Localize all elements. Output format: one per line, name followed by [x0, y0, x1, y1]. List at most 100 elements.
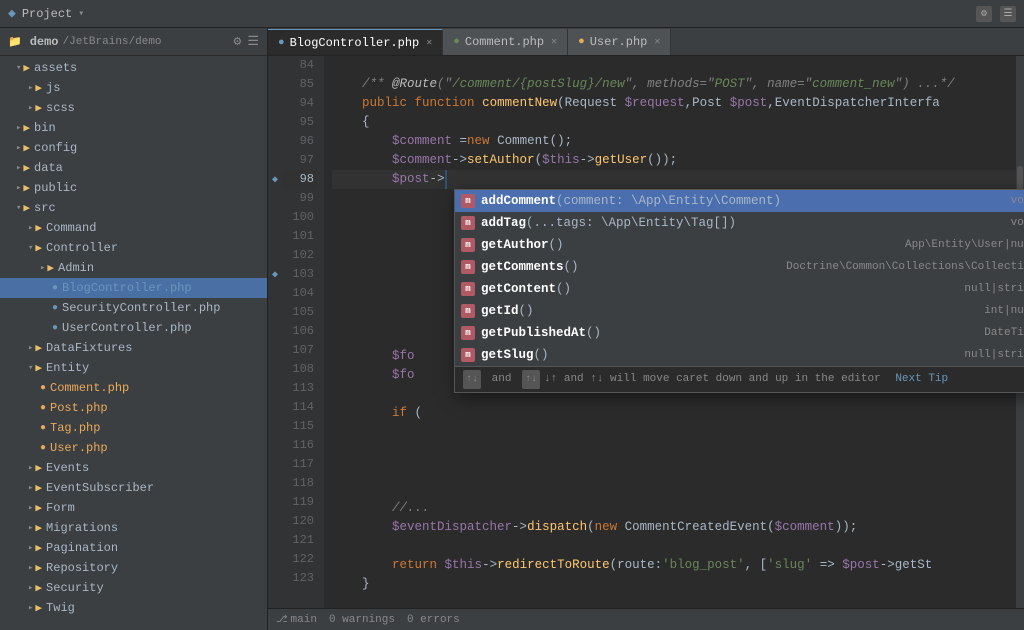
sidebar-item-security[interactable]: ▶ Security	[0, 578, 267, 598]
folder-icon-security: ▶	[35, 581, 42, 595]
ln-107: 107	[282, 341, 318, 360]
gutter-99	[268, 189, 282, 208]
ln-100: 100	[282, 208, 318, 227]
sidebar-item-js[interactable]: ▶ js	[0, 78, 267, 98]
gutter-94	[268, 94, 282, 113]
tab-close-blogcontroller[interactable]: ✕	[426, 37, 432, 49]
tab-comment[interactable]: ● Comment.php ✕	[443, 29, 568, 55]
settings-btn[interactable]: ⚙	[976, 6, 992, 22]
sidebar-item-eventsubscriber[interactable]: ▶ EventSubscriber	[0, 478, 267, 498]
status-git[interactable]: ⎇ main	[276, 614, 317, 626]
tab-user[interactable]: ● User.php ✕	[568, 29, 671, 55]
code-line-103	[332, 423, 1024, 442]
ac-item-getauthor[interactable]: m getAuthor() App\Entity\User|null	[455, 234, 1024, 256]
status-errors: 0 errors	[407, 614, 460, 626]
editor-content[interactable]: ◆ ◆	[268, 56, 1024, 608]
sidebar-item-datafixtures[interactable]: ▶ DataFixtures	[0, 338, 267, 358]
sidebar-settings-icon[interactable]: ⚙	[234, 34, 242, 49]
sidebar-item-blogcontroller[interactable]: ● BlogController.php	[0, 278, 267, 298]
sidebar-item-label: Security	[46, 581, 104, 595]
project-dropdown-icon[interactable]: ▾	[78, 8, 84, 20]
autocomplete-popup[interactable]: m addComment(comment: \App\Entity\Commen…	[454, 189, 1024, 393]
folder-icon-form: ▶	[35, 501, 42, 515]
gutter-106	[268, 322, 282, 341]
sidebar-item-twig[interactable]: ▶ Twig	[0, 598, 267, 618]
sidebar-item-tag-php[interactable]: ● Tag.php	[0, 418, 267, 438]
list-btn[interactable]: ☰	[1000, 6, 1016, 22]
var-this-115: $this	[445, 556, 483, 575]
ac-item-getpublishedat[interactable]: m getPublishedAt() DateTime	[455, 322, 1024, 344]
tab-close-comment[interactable]: ✕	[551, 36, 557, 48]
sidebar-item-label: Controller	[46, 241, 118, 255]
file-icon-securitycontroller: ●	[52, 303, 58, 314]
code-line-109	[332, 537, 1024, 556]
sidebar-item-form[interactable]: ▶ Form	[0, 498, 267, 518]
sidebar-item-data[interactable]: ▶ data	[0, 158, 267, 178]
sidebar-header: 📁 demo /JetBrains/demo ⚙ ☰	[0, 28, 267, 56]
sidebar-item-src[interactable]: ▶ src	[0, 198, 267, 218]
ac-item-addtag[interactable]: m addTag(...tags: \App\Entity\Tag[]) voi…	[455, 212, 1024, 234]
code-line-106	[332, 480, 1024, 499]
title-bar: ◆ Project ▾ ⚙ ☰	[0, 0, 1024, 28]
ac-icon-getpublishedat: m	[461, 326, 475, 340]
sidebar-item-label: BlogController.php	[62, 281, 192, 295]
sidebar-item-command[interactable]: ▶ Command	[0, 218, 267, 238]
tab-close-user[interactable]: ✕	[654, 36, 660, 48]
sidebar-item-public[interactable]: ▶ public	[0, 178, 267, 198]
arrow-assets	[16, 63, 21, 73]
sidebar-item-repository[interactable]: ▶ Repository	[0, 558, 267, 578]
ln-97: 97	[282, 151, 318, 170]
sidebar-item-post-php[interactable]: ● Post.php	[0, 398, 267, 418]
folder-icon-config: ▶	[23, 141, 30, 155]
arrow-eventsubscriber	[28, 483, 33, 493]
file-icon-comment: ●	[40, 383, 46, 394]
sidebar-menu-icon[interactable]: ☰	[247, 34, 259, 49]
tab-blogcontroller[interactable]: ● BlogController.php ✕	[268, 29, 443, 55]
sidebar-item-usercontroller[interactable]: ● UserController.php	[0, 318, 267, 338]
ac-item-addcomment[interactable]: m addComment(comment: \App\Entity\Commen…	[455, 190, 1024, 212]
sidebar-item-user-php[interactable]: ● User.php	[0, 438, 267, 458]
sidebar-item-securitycontroller[interactable]: ● SecurityController.php	[0, 298, 267, 318]
arrow-migrations	[28, 523, 33, 533]
sidebar-item-entity[interactable]: ▶ Entity	[0, 358, 267, 378]
sidebar-item-config[interactable]: ▶ config	[0, 138, 267, 158]
folder-icon-controller: ▶	[35, 241, 42, 255]
ac-icon-getauthor: m	[461, 238, 475, 252]
gutter-123	[268, 569, 282, 588]
sidebar-item-pagination[interactable]: ▶ Pagination	[0, 538, 267, 558]
ac-item-getcomments[interactable]: m getComments() Doctrine\Common\Collecti…	[455, 256, 1024, 278]
sidebar-item-controller[interactable]: ▶ Controller	[0, 238, 267, 258]
sidebar-item-events[interactable]: ▶ Events	[0, 458, 267, 478]
sidebar-item-assets[interactable]: ▶ assets	[0, 58, 267, 78]
sidebar-item-label: Tag.php	[50, 421, 100, 435]
arrow-scss	[28, 103, 33, 113]
status-warnings-label: 0 warnings	[329, 614, 395, 626]
gutter-97	[268, 151, 282, 170]
sidebar-item-scss[interactable]: ▶ scss	[0, 98, 267, 118]
ac-item-getslug[interactable]: m getSlug() null|string	[455, 344, 1024, 366]
var-comment-dispatch: $comment	[775, 518, 835, 537]
ac-item-getcontent[interactable]: m getContent() null|string	[455, 278, 1024, 300]
sidebar-item-bin[interactable]: ▶ bin	[0, 118, 267, 138]
sidebar-item-comment-php[interactable]: ● Comment.php	[0, 378, 267, 398]
ac-hint-link[interactable]: Next Tip	[895, 370, 948, 389]
sidebar-item-label: scss	[46, 101, 75, 115]
brace-116: }	[362, 575, 370, 594]
kw-new-dispatch: new	[595, 518, 618, 537]
code-line-117	[332, 594, 1024, 608]
sidebar-item-migrations[interactable]: ▶ Migrations	[0, 518, 267, 538]
sidebar-item-admin[interactable]: ▶ Admin	[0, 258, 267, 278]
line-numbers: 84 85 94 95 96 97 98 99 100 101 102 103 …	[282, 56, 324, 608]
ln-117: 117	[282, 455, 318, 474]
ac-item-getid[interactable]: m getId() int|null	[455, 300, 1024, 322]
code-line-96: $comment = new Comment();	[332, 132, 1024, 151]
gutter-105	[268, 303, 282, 322]
sidebar-item-label: DataFixtures	[46, 341, 132, 355]
ac-type-getcomments: Doctrine\Common\Collections\Collection	[786, 258, 1024, 277]
code-area[interactable]: /** @Route("/comment/{postSlug}/new", me…	[324, 56, 1024, 608]
folder-icon-bin: ▶	[23, 121, 30, 135]
var-fo-101: $fo	[392, 366, 415, 385]
var-this-97: $this	[542, 151, 580, 170]
arrow-op-98: ->	[430, 170, 445, 189]
comment-108: //...	[392, 499, 430, 518]
